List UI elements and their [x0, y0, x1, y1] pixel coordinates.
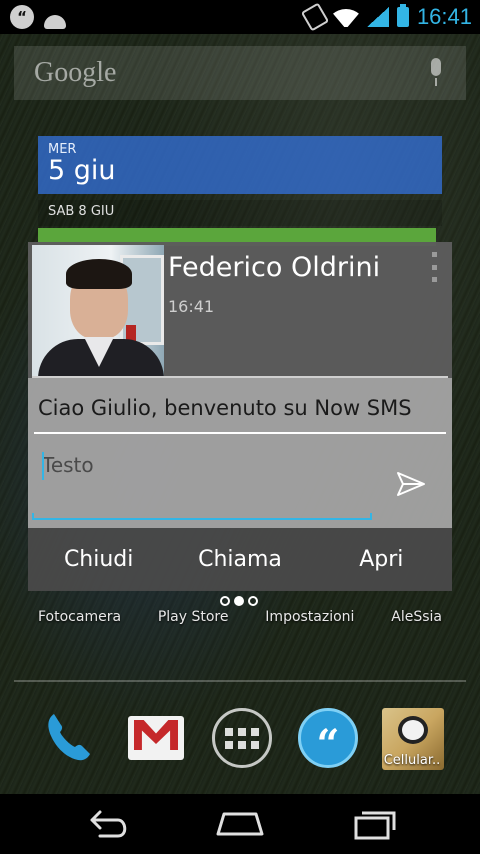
calendar-next-day[interactable]: SAB 8 GIU: [38, 200, 442, 226]
now-sms-icon[interactable]: “: [296, 706, 360, 770]
contact-photo[interactable]: [32, 245, 164, 378]
sms-popup: Federico Oldrini 16:41 Ciao Giulio, benv…: [28, 242, 452, 591]
system-icons: 16:41: [300, 0, 472, 34]
battery-icon: [396, 4, 409, 27]
page-indicator: [220, 596, 258, 606]
dock-divider: [14, 680, 466, 682]
call-button[interactable]: Chiama: [169, 528, 310, 591]
phone-icon[interactable]: [38, 706, 102, 770]
google-search-widget[interactable]: Google: [14, 46, 466, 100]
home-icon: [216, 812, 264, 836]
page-dot-active: [234, 596, 244, 606]
wifi-icon: [333, 7, 359, 27]
message-time: 16:41: [168, 297, 215, 316]
send-icon: [397, 472, 425, 496]
back-button[interactable]: [78, 806, 138, 842]
close-button[interactable]: Chiudi: [28, 528, 169, 591]
mic-icon[interactable]: [428, 58, 444, 86]
home-app-labels: Fotocamera Play Store Impostazioni AleSs…: [0, 609, 480, 629]
android-icon: [42, 5, 68, 29]
app-label-play-store[interactable]: Play Store: [158, 609, 229, 629]
popup-header: Federico Oldrini 16:41: [28, 242, 452, 378]
app-label-alessia[interactable]: AleSsia: [391, 609, 442, 629]
overflow-menu-icon[interactable]: [432, 252, 438, 282]
popup-body: Ciao Giulio, benvenuto su Now SMS: [28, 378, 452, 528]
cellular-icon[interactable]: Cellular..: [380, 706, 444, 770]
back-icon: [90, 810, 127, 838]
google-logo: Google: [34, 57, 117, 88]
open-button[interactable]: Apri: [311, 528, 452, 591]
app-drawer-icon[interactable]: [210, 706, 274, 770]
reply-input[interactable]: [42, 448, 366, 482]
calendar-widget-today[interactable]: MER 5 giu: [38, 136, 442, 194]
message-divider: [34, 432, 446, 434]
dock: “ Cellular..: [0, 700, 480, 780]
cellular-label: Cellular..: [383, 753, 441, 768]
page-dot: [248, 596, 258, 606]
home-button[interactable]: [210, 806, 270, 842]
notification-icons: “: [10, 5, 68, 29]
signal-icon: [366, 7, 389, 27]
calendar-date: 5 giu: [48, 155, 116, 186]
app-label-camera[interactable]: Fotocamera: [38, 609, 121, 629]
reply-input-underline: [32, 513, 372, 520]
text-cursor: [42, 452, 44, 480]
app-label-settings[interactable]: Impostazioni: [265, 609, 354, 629]
send-button[interactable]: [396, 471, 426, 497]
now-sms-notification-icon: “: [10, 5, 34, 29]
rotate-icon: [300, 2, 330, 32]
message-text: Ciao Giulio, benvenuto su Now SMS: [38, 396, 412, 420]
gmail-icon[interactable]: [124, 706, 188, 770]
recent-apps-button[interactable]: [344, 806, 404, 842]
status-time: 16:41: [416, 4, 472, 29]
contact-name: Federico Oldrini: [168, 252, 381, 283]
popup-actions: Chiudi Chiama Apri: [28, 528, 452, 591]
navigation-bar: [0, 794, 480, 854]
page-dot: [220, 596, 230, 606]
recent-apps-icon: [354, 811, 396, 840]
status-bar: “ 16:41: [0, 0, 480, 34]
